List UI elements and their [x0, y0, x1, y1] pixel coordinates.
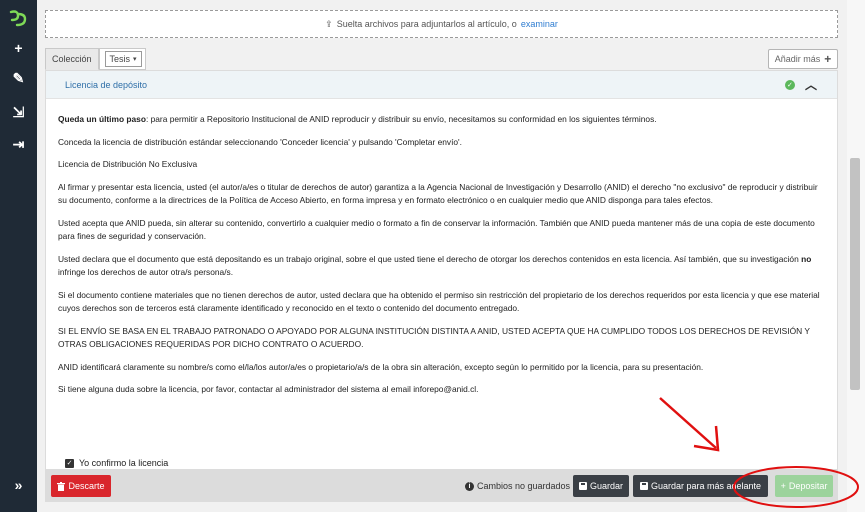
license-paragraph: Usted declara que el documento que está …: [58, 253, 812, 278]
tab-collection[interactable]: Colección: [45, 48, 99, 70]
plus-icon: +: [824, 52, 832, 66]
import-icon[interactable]: ⇲: [0, 101, 37, 123]
page-scrollbar[interactable]: [847, 0, 865, 512]
save-icon: [639, 482, 648, 490]
discard-button[interactable]: Descarte: [51, 475, 111, 497]
collection-tabs: Colección Tesis ▾: [45, 48, 146, 70]
confirm-license-label: Yo confirmo la licencia: [79, 458, 169, 468]
sidebar: + ✎ ⇲ ⇥ »: [0, 0, 37, 512]
deposit-label: Depositar: [788, 481, 828, 491]
save-button[interactable]: Guardar: [573, 475, 629, 497]
unsaved-text: Cambios no guardados: [477, 481, 571, 491]
confirm-license-checkbox[interactable]: ✓: [65, 458, 74, 468]
save-icon: [578, 482, 587, 490]
license-paragraph: Conceda la licencia de distribución está…: [58, 136, 462, 147]
license-panel-header[interactable]: Licencia de depósito ✓ ︿: [46, 71, 837, 99]
chevron-up-icon[interactable]: ︿: [805, 76, 817, 93]
deposit-button[interactable]: + Depositar: [775, 475, 833, 497]
license-panel: Licencia de depósito ✓ ︿ Queda un último…: [45, 70, 838, 470]
file-dropzone[interactable]: ⇪ Suelta archivos para adjuntarlos al ar…: [45, 10, 838, 38]
license-paragraph: Al firmar y presentar esta licencia, ust…: [58, 181, 818, 206]
info-icon: i: [465, 481, 474, 491]
tab-collection-label: Colección: [52, 54, 92, 64]
type-select[interactable]: Tesis ▾: [104, 51, 142, 67]
license-paragraph: Si tiene alguna duda sobre la licencia, …: [58, 384, 479, 394]
caret-down-icon: ▾: [133, 56, 137, 63]
browse-link[interactable]: examinar: [521, 19, 558, 29]
expand-sidebar-icon[interactable]: »: [0, 474, 37, 496]
check-circle-icon: ✓: [784, 79, 795, 90]
license-paragraph: Licencia de Distribución No Exclusiva: [58, 159, 198, 169]
add-more-button[interactable]: Añadir más +: [768, 49, 838, 69]
plus-icon[interactable]: +: [0, 37, 37, 59]
pencil-icon[interactable]: ✎: [0, 67, 37, 89]
license-paragraph: Usted acepta que ANID pueda, sin alterar…: [58, 217, 815, 242]
save-for-later-button[interactable]: Guardar para más adelante: [633, 475, 768, 497]
plus-icon: +: [780, 481, 786, 491]
save-for-later-label: Guardar para más adelante: [650, 481, 762, 491]
license-paragraph: SI EL ENVÍO SE BASA EN EL TRABAJO PATRON…: [58, 325, 810, 350]
license-paragraph: ANID identificará claramente su nombre/s…: [58, 361, 704, 372]
save-label: Guardar: [589, 481, 624, 491]
trash-icon: [57, 481, 66, 491]
dropzone-text: Suelta archivos para adjuntarlos al artí…: [336, 19, 517, 29]
license-paragraph: Si el documento contiene materiales que …: [58, 289, 820, 314]
license-paragraph: Queda un último paso: para permitir a Re…: [58, 114, 657, 124]
add-more-label: Añadir más: [774, 54, 821, 64]
type-select-value: Tesis: [109, 54, 131, 64]
upload-icon: ⇪: [325, 18, 333, 29]
unsaved-status: i Cambios no guardados: [465, 475, 570, 497]
dspace-logo[interactable]: [8, 8, 28, 28]
export-icon[interactable]: ⇥: [0, 133, 37, 155]
scrollbar-thumb[interactable]: [850, 158, 860, 390]
license-text: Queda un último paso: para permitir a Re…: [46, 99, 837, 397]
submission-footer: Descarte i Cambios no guardados Guardar …: [45, 470, 838, 502]
confirm-license[interactable]: ✓ Yo confirmo la licencia: [65, 458, 168, 468]
discard-label: Descarte: [68, 481, 105, 491]
license-panel-title: Licencia de depósito: [65, 79, 148, 90]
tab-type[interactable]: Tesis ▾: [98, 48, 146, 70]
